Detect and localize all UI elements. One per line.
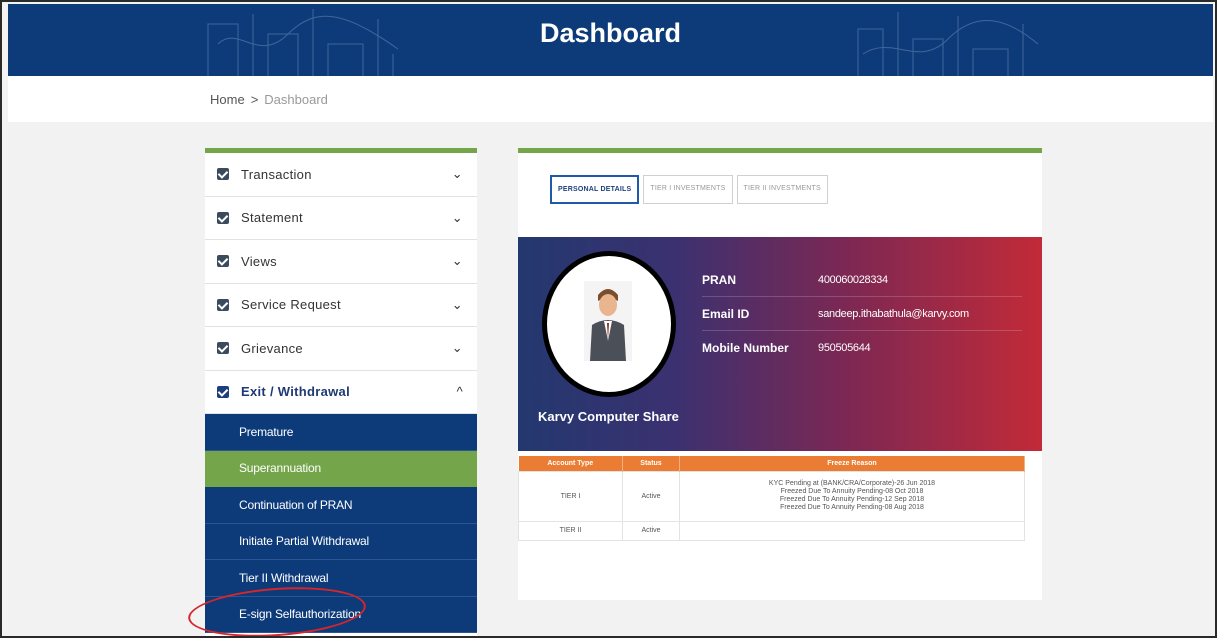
sidebar-item-views[interactable]: Views ⌄ bbox=[205, 240, 477, 284]
submenu-item-e-sign-selfauthorization[interactable]: E-sign Selfauthorization bbox=[205, 597, 477, 633]
info-row-mobile: Mobile Number 950505644 bbox=[702, 331, 1022, 365]
profile-banner: Karvy Computer Share PRAN 400060028334 E… bbox=[518, 237, 1042, 451]
sidebar-item-service-request[interactable]: Service Request ⌄ bbox=[205, 284, 477, 327]
checkbox-icon bbox=[217, 255, 229, 268]
page-header: Dashboard bbox=[8, 4, 1213, 76]
sidebar-item-label: Exit / Withdrawal bbox=[241, 384, 350, 400]
page-title: Dashboard bbox=[539, 18, 682, 48]
submenu-item-premature[interactable]: Premature bbox=[205, 414, 477, 451]
breadcrumb-current: Dashboard bbox=[264, 92, 328, 107]
freeze-status-table: Account Type Status Freeze Reason TIER I… bbox=[518, 456, 1025, 541]
sidebar-item-exit-withdrawal[interactable]: Exit / Withdrawal ^ bbox=[205, 371, 477, 414]
sidebar-item-transaction[interactable]: Transaction ⌄ bbox=[205, 153, 477, 197]
sidebar-item-label: Service Request bbox=[241, 297, 341, 313]
checkbox-icon bbox=[217, 211, 229, 224]
submenu-item-tier-ii-withdrawal[interactable]: Tier II Withdrawal bbox=[205, 560, 477, 597]
user-avatar-icon bbox=[584, 281, 632, 361]
checkbox-icon bbox=[217, 168, 229, 181]
freeze-reason-cell: KYC Pending at (BANK/CRA/Corporate)-26 J… bbox=[679, 470, 1025, 522]
freeze-reason-line: Freezed Due To Annuity Pending-08 Oct 20… bbox=[780, 488, 924, 495]
sidebar-item-statement[interactable]: Statement ⌄ bbox=[205, 197, 477, 240]
info-value: 400060028334 bbox=[818, 273, 888, 286]
sidebar-item-label: Transaction bbox=[241, 166, 312, 182]
screenshot-frame: Dashboard Home > Dashboard Transaction ⌄ S… bbox=[0, 0, 1217, 638]
sidebar-menu: Transaction ⌄ Statement ⌄ Views ⌄ Servic… bbox=[205, 148, 477, 636]
submenu-item-initiate-partial-withdrawal[interactable]: Initiate Partial Withdrawal bbox=[205, 524, 477, 560]
info-value: sandeep.ithabathula@karvy.com bbox=[818, 307, 969, 320]
tab-personal-details[interactable]: PERSONAL DETAILS bbox=[550, 175, 640, 204]
sidebar-item-label: Views bbox=[241, 253, 277, 269]
freeze-reason-line: KYC Pending at (BANK/CRA/Corporate)-26 J… bbox=[768, 480, 936, 487]
status-cell: Active bbox=[622, 520, 680, 541]
company-name: Karvy Computer Share bbox=[538, 409, 679, 424]
checkbox-icon bbox=[217, 298, 229, 311]
account-type-cell: TIER II bbox=[518, 520, 623, 541]
info-label: PRAN bbox=[702, 272, 737, 287]
breadcrumb-separator-icon: > bbox=[250, 92, 259, 107]
exit-withdrawal-submenu: Premature Superannuation Continuation of… bbox=[205, 414, 477, 633]
submenu-item-superannuation[interactable]: Superannuation bbox=[205, 450, 477, 487]
account-card: PERSONAL DETAILS TIER I INVESTMENTS TIER… bbox=[518, 148, 1042, 600]
breadcrumb-bar: Home > Dashboard bbox=[8, 76, 1213, 122]
checkbox-icon bbox=[217, 342, 229, 355]
chevron-down-icon[interactable]: ⌄ bbox=[452, 253, 463, 269]
status-cell: Active bbox=[622, 470, 680, 522]
info-row-email: Email ID sandeep.ithabathula@karvy.com bbox=[702, 297, 1022, 331]
column-header: Account Type bbox=[518, 456, 623, 471]
chevron-down-icon[interactable]: ⌄ bbox=[452, 340, 463, 356]
info-value: 950505644 bbox=[818, 342, 871, 354]
info-row-pran: PRAN 400060028334 bbox=[702, 263, 1022, 297]
info-label: Email ID bbox=[702, 306, 750, 321]
table-header-row: Account Type Status Freeze Reason bbox=[518, 456, 1025, 471]
submenu-item-continuation-of-pran[interactable]: Continuation of PRAN bbox=[205, 487, 477, 524]
info-label: Mobile Number bbox=[702, 341, 789, 355]
freeze-reason-line: Freezed Due To Annuity Pending-12 Sep 20… bbox=[779, 496, 925, 503]
chevron-down-icon[interactable]: ⌄ bbox=[452, 166, 463, 182]
column-header: Freeze Reason bbox=[679, 456, 1025, 471]
sidebar-item-grievance[interactable]: Grievance ⌄ bbox=[205, 327, 477, 371]
freeze-reason-line: Freezed Due To Annuity Pending-08 Aug 20… bbox=[780, 504, 924, 511]
chevron-up-icon[interactable]: ^ bbox=[457, 384, 463, 399]
sidebar-item-label: Grievance bbox=[241, 340, 303, 356]
tab-bar: PERSONAL DETAILS TIER I INVESTMENTS TIER… bbox=[550, 175, 832, 204]
account-type-cell: TIER I bbox=[518, 470, 623, 522]
freeze-reason-cell bbox=[679, 520, 1025, 541]
table-row: TIER II Active bbox=[518, 520, 1025, 541]
breadcrumb-home-link[interactable]: Home bbox=[210, 92, 245, 107]
checkbox-icon bbox=[217, 385, 229, 398]
breadcrumb: Home > Dashboard bbox=[210, 92, 328, 107]
tab-tier-ii-investments[interactable]: TIER II INVESTMENTS bbox=[736, 175, 828, 204]
table-row: TIER I Active KYC Pending at (BANK/CRA/C… bbox=[518, 470, 1025, 522]
tab-tier-i-investments[interactable]: TIER I INVESTMENTS bbox=[643, 175, 733, 204]
chevron-down-icon[interactable]: ⌄ bbox=[452, 297, 463, 313]
column-header: Status bbox=[622, 456, 680, 471]
chevron-down-icon[interactable]: ⌄ bbox=[452, 210, 463, 226]
sidebar-item-label: Statement bbox=[241, 210, 303, 226]
